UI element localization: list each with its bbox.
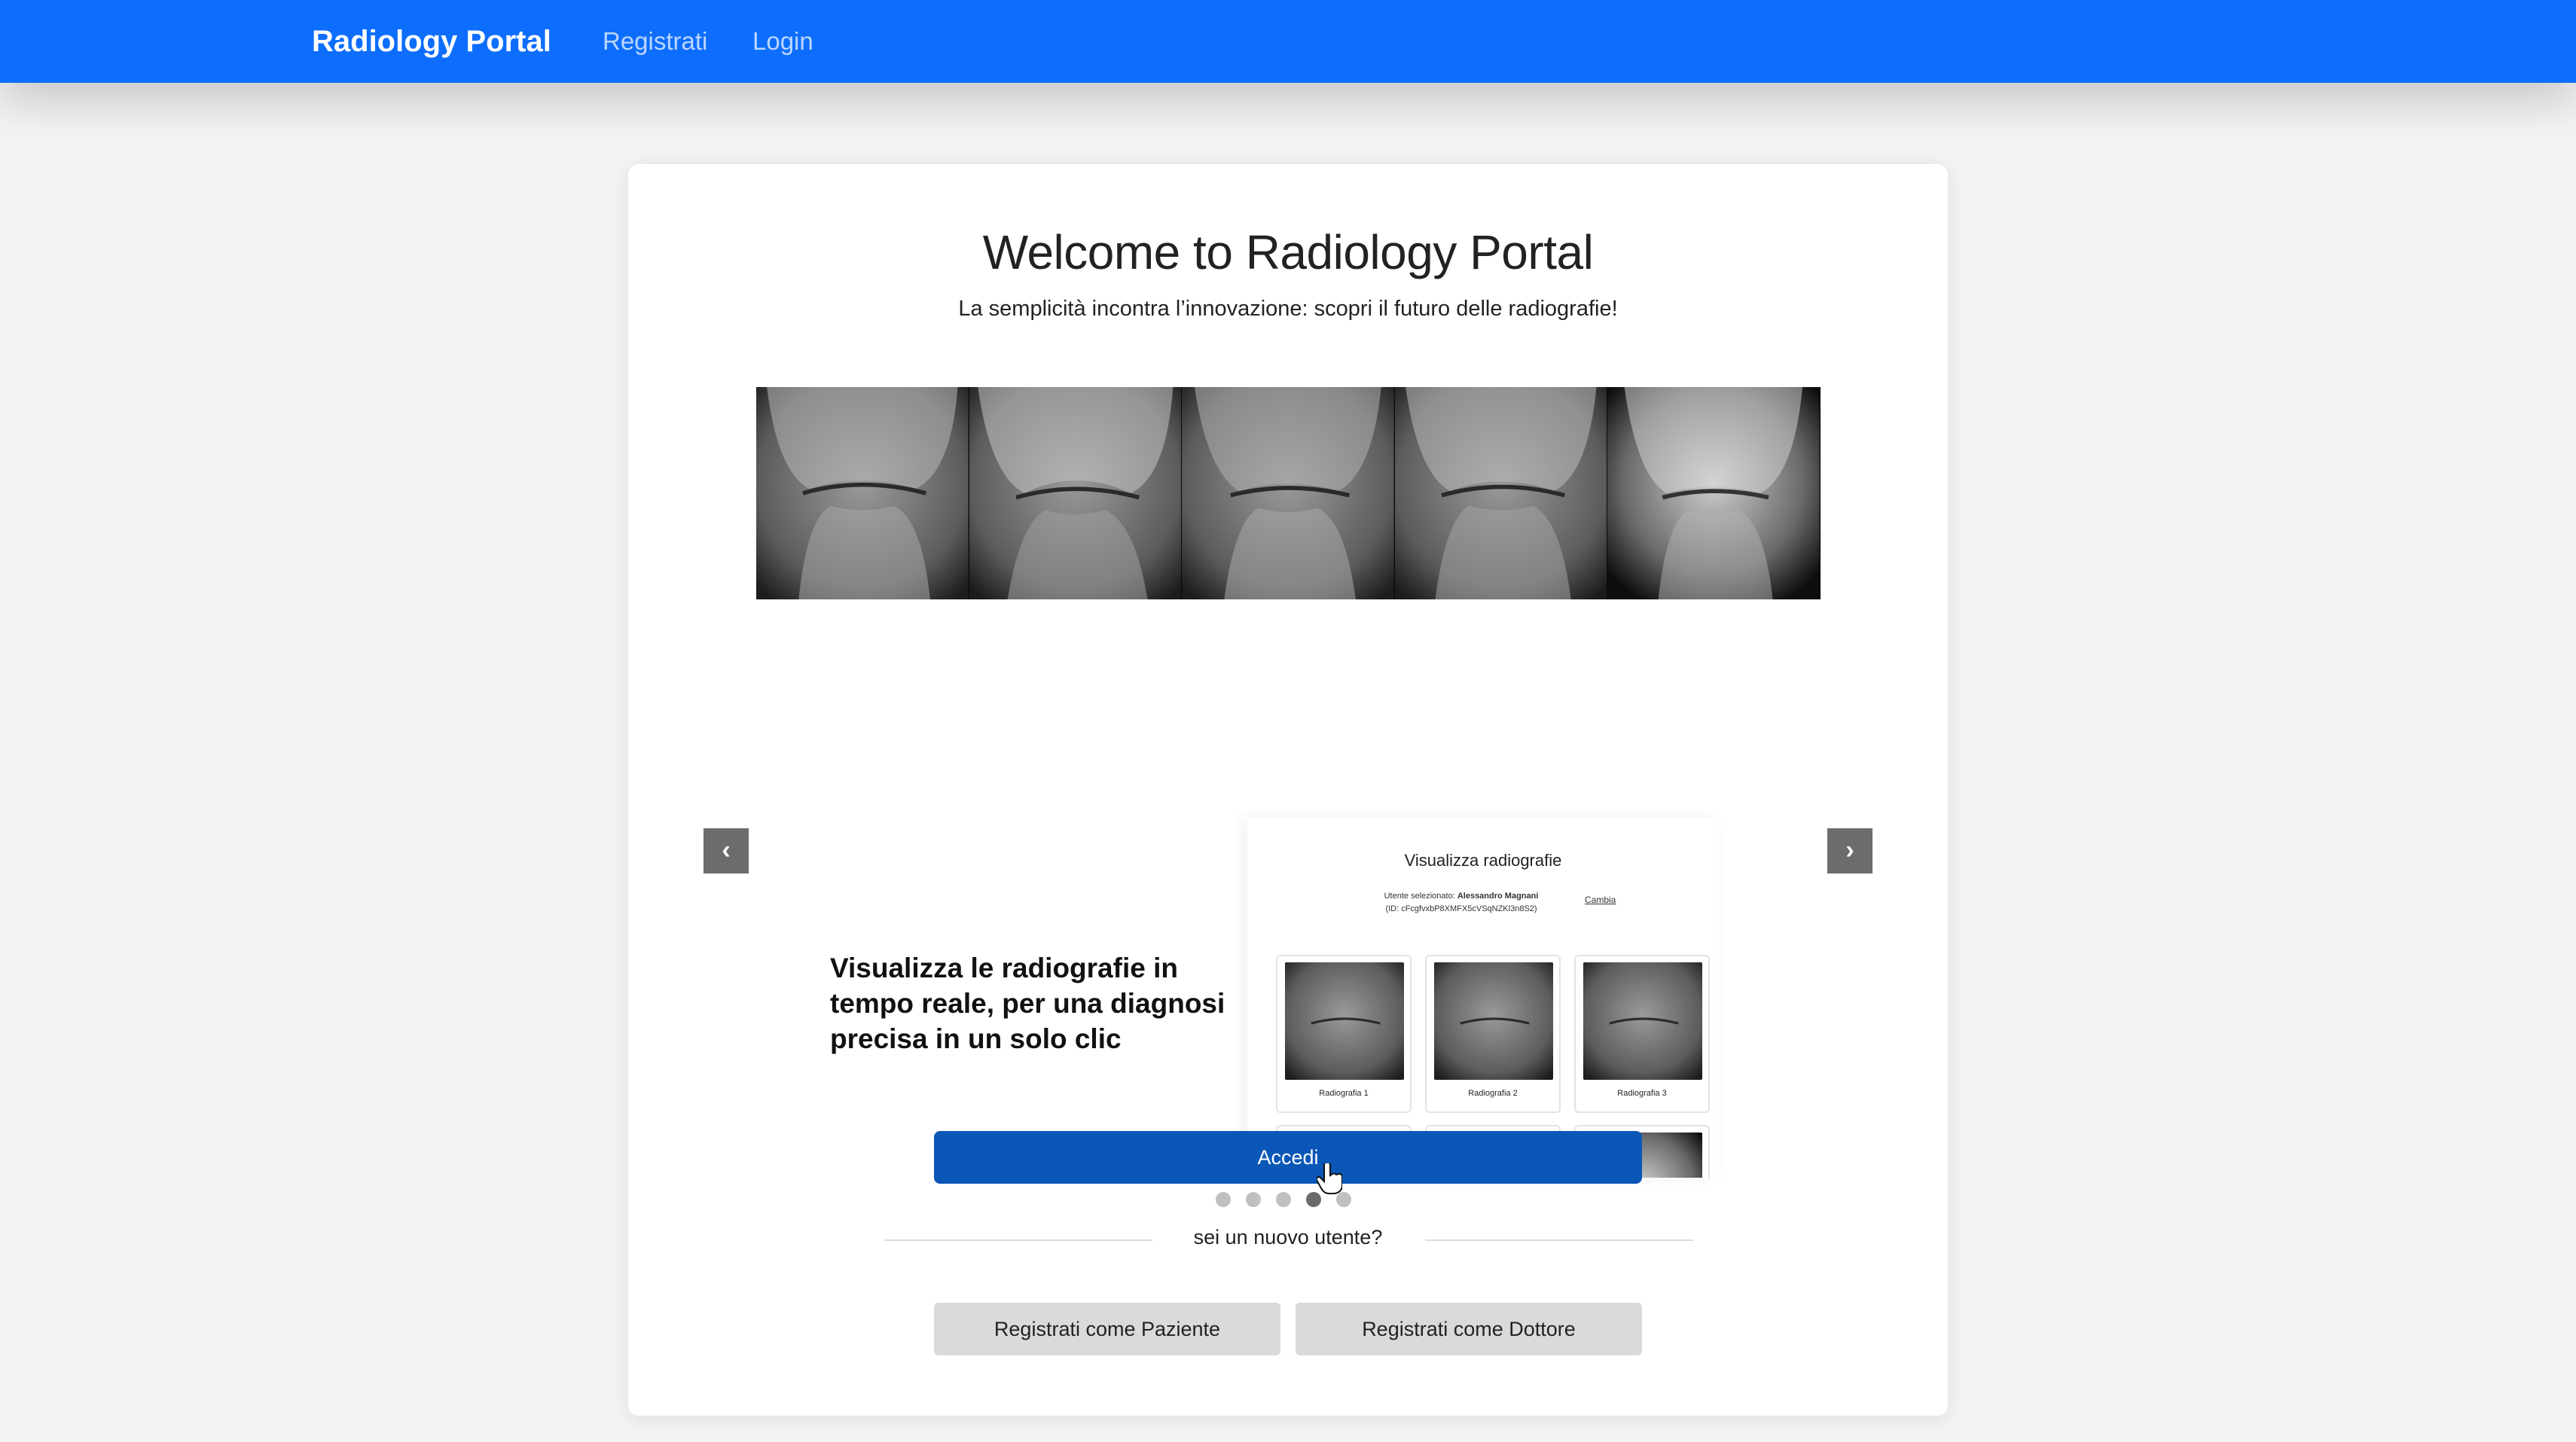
preview-xray-card: Radiografia 2: [1425, 955, 1561, 1113]
carousel-slide-preview-screenshot: Visualizza radiografie Utente selezionat…: [1247, 818, 1719, 1178]
preview-xray-thumbnail: [1434, 962, 1553, 1080]
chevron-left-icon: ‹: [722, 836, 731, 864]
preview-xray-label: Radiografia 3: [1617, 1089, 1667, 1098]
xray-banner-image-4: [1394, 387, 1608, 599]
xray-banner-image-2: [969, 387, 1183, 599]
preview-xray-card: Radiografia 1: [1276, 955, 1412, 1113]
divider-right: [1425, 1239, 1693, 1241]
preview-change-link: Cambia: [1585, 895, 1616, 905]
carousel-indicator-dot[interactable]: [1276, 1192, 1291, 1207]
carousel-prev-button[interactable]: ‹: [704, 828, 749, 873]
preview-user-label: Utente selezionato:: [1384, 892, 1455, 901]
page-title: Welcome to Radiology Portal: [982, 225, 1594, 279]
carousel-next-button[interactable]: ›: [1827, 828, 1872, 873]
xray-banner: [756, 387, 1821, 599]
preview-xray-label: Radiografia 1: [1319, 1089, 1369, 1098]
preview-xray-thumbnail: [1583, 962, 1702, 1080]
hand-cursor-icon: [1317, 1163, 1342, 1194]
welcome-card: Welcome to Radiology Portal La semplicit…: [628, 164, 1948, 1416]
new-user-prompt: sei un nuovo utente?: [1193, 1226, 1383, 1248]
carousel-indicator-dot[interactable]: [1246, 1192, 1261, 1207]
carousel-indicator-dot[interactable]: [1216, 1192, 1231, 1207]
page-subtitle: La semplicità incontra l’innovazione: sc…: [958, 297, 1618, 321]
login-button[interactable]: Accedi: [934, 1131, 1642, 1184]
nav-link-registrati[interactable]: Registrati: [603, 24, 707, 59]
preview-xray-card: Radiografia 3: [1574, 955, 1710, 1113]
xray-banner-image-3: [1182, 387, 1395, 599]
brand-logo-text[interactable]: Radiology Portal: [312, 23, 551, 60]
carousel-slide-caption: Visualizza le radiografie in tempo reale…: [830, 953, 1225, 1054]
nav-link-login[interactable]: Login: [752, 24, 813, 59]
register-patient-button[interactable]: Registrati come Paziente: [934, 1303, 1280, 1355]
chevron-right-icon: ›: [1845, 836, 1854, 864]
register-doctor-button[interactable]: Registrati come Dottore: [1296, 1303, 1642, 1355]
xray-banner-image-5: [1607, 387, 1821, 599]
top-navbar: Radiology Portal Registrati Login: [0, 0, 2576, 83]
preview-selected-user: Utente selezionato: Alessandro Magnani (…: [1371, 890, 1552, 916]
preview-user-id: (ID: cFcgfvxbP8XMFX5cVSqNZKl3n8S2): [1385, 904, 1537, 913]
preview-xray-thumbnail: [1285, 962, 1404, 1080]
xray-banner-image-1: [756, 387, 969, 599]
preview-user-name: Alessandro Magnani: [1457, 892, 1539, 901]
preview-title: Visualizza radiografie: [1404, 851, 1562, 870]
preview-xray-label: Radiografia 2: [1468, 1089, 1518, 1098]
